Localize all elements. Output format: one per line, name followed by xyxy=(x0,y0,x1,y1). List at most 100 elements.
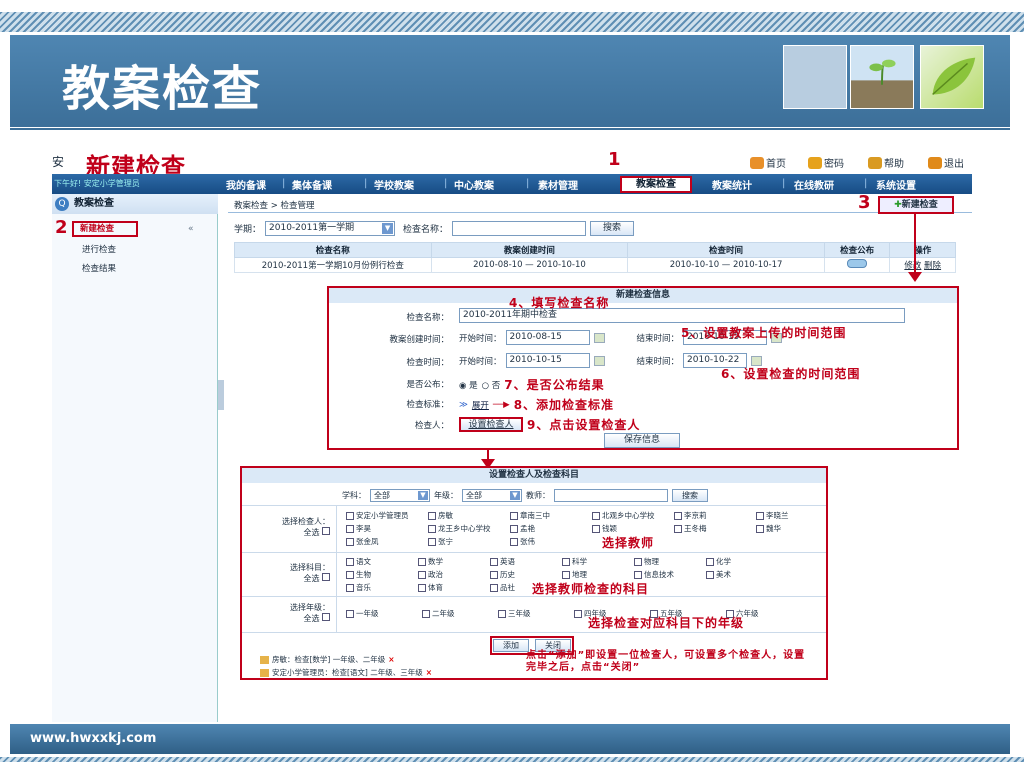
set-checker-button[interactable]: 设置检查人 xyxy=(459,417,523,432)
checkbox-box[interactable] xyxy=(592,511,600,520)
checkbox-box[interactable] xyxy=(346,557,354,566)
checkbox-box[interactable] xyxy=(562,570,570,579)
password-link[interactable]: 密码 xyxy=(808,155,844,170)
teacher-checkbox[interactable]: 李晓兰 xyxy=(756,510,789,521)
checkbox-box[interactable] xyxy=(428,511,436,520)
teacher-checkbox[interactable]: 北观乡中心学校 xyxy=(592,510,655,521)
checkbox-box[interactable] xyxy=(346,524,354,533)
checkbox-box[interactable] xyxy=(428,537,436,546)
checkbox-box[interactable] xyxy=(634,570,642,579)
checkbox-box[interactable] xyxy=(346,609,354,618)
logout-link[interactable]: 退出 xyxy=(928,155,964,170)
checkbox-box[interactable] xyxy=(490,583,498,592)
subject-checkbox[interactable]: 数学 xyxy=(418,556,443,567)
subject-checkbox[interactable]: 地理 xyxy=(562,569,587,580)
tab-online-research[interactable]: 在线教研 xyxy=(794,177,834,192)
teacher-checkbox[interactable]: 张金凤 xyxy=(346,536,379,547)
select-all-subject-checkbox[interactable] xyxy=(322,573,330,581)
publish-yes-radio[interactable]: ◉ 是 xyxy=(459,379,478,391)
subject-checkbox[interactable]: 体育 xyxy=(418,582,443,593)
check-start-field[interactable]: 2010-10-15 xyxy=(505,353,590,368)
new-check-button[interactable]: ✚新建检查 xyxy=(878,196,954,214)
checkbox-box[interactable] xyxy=(418,557,426,566)
checkbox-box[interactable] xyxy=(510,511,518,520)
help-link[interactable]: 帮助 xyxy=(868,155,904,170)
sidebar-item-results[interactable]: 检查结果 xyxy=(82,262,116,274)
calendar-icon[interactable] xyxy=(593,355,605,366)
tab-group-lessons[interactable]: 集体备课 xyxy=(292,177,332,192)
checkbox-box[interactable] xyxy=(674,524,682,533)
checkbox-box[interactable] xyxy=(574,609,582,618)
collapse-icon[interactable]: « xyxy=(188,224,194,234)
sidebar-item-ongoing[interactable]: 进行检查 xyxy=(82,243,116,255)
publish-icon[interactable] xyxy=(847,259,868,268)
subject-checkbox[interactable]: 信息技术 xyxy=(634,569,674,580)
check-name-input[interactable] xyxy=(452,221,587,236)
select-all-grade-checkbox[interactable] xyxy=(322,613,330,621)
teacher-checkbox[interactable]: 魏华 xyxy=(756,523,781,534)
checkbox-box[interactable] xyxy=(346,511,354,520)
checkbox-box[interactable] xyxy=(756,511,764,520)
subject-checkbox[interactable]: 化学 xyxy=(706,556,731,567)
subject-checkbox[interactable]: 音乐 xyxy=(346,582,371,593)
subject-checkbox[interactable]: 历史 xyxy=(490,569,515,580)
tab-settings[interactable]: 系统设置 xyxy=(876,177,916,192)
teacher-checkbox[interactable]: 房敏 xyxy=(428,510,453,521)
sidebar-item-new-check[interactable]: 新建检查 xyxy=(72,221,138,237)
checkbox-box[interactable] xyxy=(490,570,498,579)
save-button[interactable]: 保存信息 xyxy=(604,433,680,448)
created-start-field[interactable]: 2010-08-15 xyxy=(505,330,590,345)
checkbox-box[interactable] xyxy=(706,557,714,566)
home-link[interactable]: 首页 xyxy=(750,155,786,170)
tab-lesson-stats[interactable]: 教案统计 xyxy=(712,177,752,192)
checkbox-box[interactable] xyxy=(418,583,426,592)
teacher-checkbox[interactable]: 孟艳 xyxy=(510,523,535,534)
subject-checkbox[interactable]: 美术 xyxy=(706,569,731,580)
checkbox-box[interactable] xyxy=(418,570,426,579)
grade-select[interactable]: 全部 ▼ xyxy=(462,489,522,502)
checkbox-box[interactable] xyxy=(674,511,682,520)
search-button[interactable]: 搜索 xyxy=(590,221,635,236)
teacher-checkbox[interactable]: 钱颖 xyxy=(592,523,617,534)
teacher-checkbox[interactable]: 章南三中 xyxy=(510,510,550,521)
checkbox-box[interactable] xyxy=(428,524,436,533)
subject-checkbox[interactable]: 语文 xyxy=(346,556,371,567)
subject-checkbox[interactable]: 英语 xyxy=(490,556,515,567)
teacher-checkbox[interactable]: 张伟 xyxy=(510,536,535,547)
subject-checkbox[interactable]: 品社 xyxy=(490,582,515,593)
subject-select[interactable]: 全部 ▼ xyxy=(370,489,430,502)
remove-icon[interactable]: × xyxy=(426,668,432,677)
term-select[interactable]: 2010-2011第一学期 ▼ xyxy=(265,221,396,236)
checkbox-box[interactable] xyxy=(592,524,600,533)
remove-icon[interactable]: × xyxy=(388,655,394,664)
teacher-checkbox[interactable]: 王冬梅 xyxy=(674,523,707,534)
checkbox-box[interactable] xyxy=(346,570,354,579)
checkbox-box[interactable] xyxy=(510,524,518,533)
teacher-checkbox[interactable]: 安定小学管理员 xyxy=(346,510,409,521)
grade-checkbox[interactable]: 一年级 xyxy=(346,608,379,619)
subject-checkbox[interactable]: 科学 xyxy=(562,556,587,567)
teacher-search-button[interactable]: 搜索 xyxy=(672,489,708,502)
subject-checkbox[interactable]: 物理 xyxy=(634,556,659,567)
teacher-checkbox[interactable]: 龙王乡中心学校 xyxy=(428,523,491,534)
teacher-input[interactable] xyxy=(554,489,668,502)
delete-link[interactable]: 删除 xyxy=(924,261,941,271)
calendar-icon[interactable] xyxy=(751,355,763,366)
publish-no-radio[interactable]: ○ 否 xyxy=(482,379,501,391)
checkbox-box[interactable] xyxy=(346,583,354,592)
checkbox-box[interactable] xyxy=(756,524,764,533)
checkbox-box[interactable] xyxy=(706,570,714,579)
sidebar-toggle-handle[interactable] xyxy=(218,380,224,410)
tab-materials[interactable]: 素材管理 xyxy=(538,177,578,192)
subject-checkbox[interactable]: 生物 xyxy=(346,569,371,580)
checkbox-box[interactable] xyxy=(510,537,518,546)
checkbox-box[interactable] xyxy=(422,609,430,618)
tab-center-lessons[interactable]: 中心教案 xyxy=(454,177,494,192)
expand-link[interactable]: 展开 xyxy=(472,399,489,411)
add-button[interactable]: 添加 xyxy=(493,639,529,652)
checkbox-box[interactable] xyxy=(634,557,642,566)
grade-checkbox[interactable]: 二年级 xyxy=(422,608,455,619)
select-all-teacher-checkbox[interactable] xyxy=(322,527,330,535)
grade-checkbox[interactable]: 三年级 xyxy=(498,608,531,619)
checkbox-box[interactable] xyxy=(562,557,570,566)
